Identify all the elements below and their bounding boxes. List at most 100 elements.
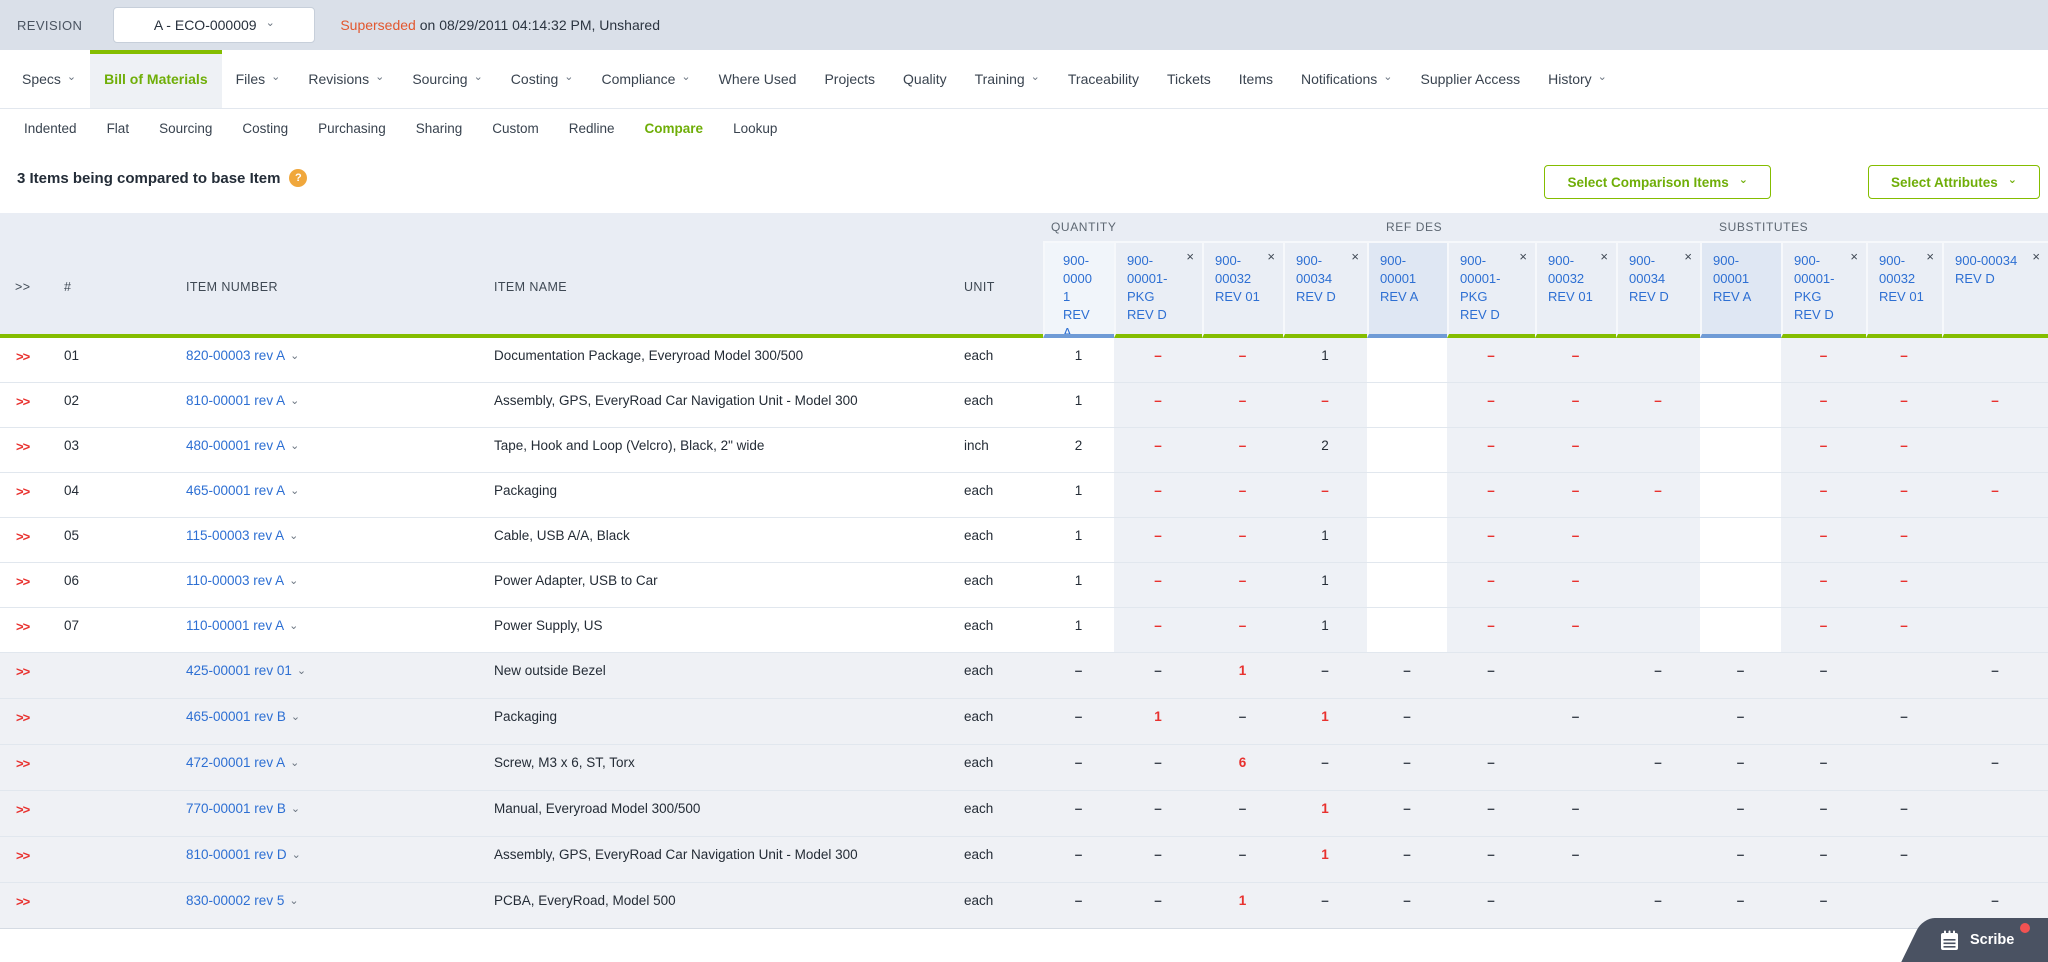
- refdes-cell: –: [1487, 755, 1495, 770]
- tab-traceability[interactable]: Traceability: [1054, 50, 1153, 108]
- item-number-link[interactable]: 115-00003 rev A: [186, 528, 284, 543]
- table-row: >> 465-00001 rev B ⌄ Packaging each – 1 – 1 – – – –: [0, 699, 2048, 745]
- expand-row-chevrons[interactable]: >>: [0, 883, 44, 928]
- quantity-cell: –: [1154, 893, 1162, 908]
- expand-row-chevrons[interactable]: >>: [0, 653, 44, 698]
- tab-revisions[interactable]: Revisions ⌄: [294, 50, 398, 108]
- subtab-redline[interactable]: Redline: [554, 121, 630, 136]
- quantity-cell: –: [1321, 663, 1329, 678]
- tab-supplier-access[interactable]: Supplier Access: [1407, 50, 1535, 108]
- status-badge: Superseded: [340, 17, 416, 33]
- expand-row-chevrons[interactable]: >>: [0, 563, 44, 607]
- substitutes-cell: [1700, 608, 1781, 652]
- tab-sourcing[interactable]: Sourcing ⌄: [398, 50, 496, 108]
- item-number-link[interactable]: 820-00003 rev A: [186, 348, 285, 363]
- item-number-link[interactable]: 770-00001 rev B: [186, 801, 286, 816]
- help-icon[interactable]: ?: [289, 169, 308, 187]
- tab-compliance[interactable]: Compliance ⌄: [587, 50, 704, 108]
- item-number-link[interactable]: 425-00001 rev 01: [186, 663, 292, 678]
- subtab-flat[interactable]: Flat: [92, 121, 145, 136]
- subtab-indented[interactable]: Indented: [9, 121, 92, 136]
- tab-costing[interactable]: Costing ⌄: [497, 50, 588, 108]
- tab-history[interactable]: History ⌄: [1534, 50, 1621, 108]
- refdes-cell: –: [1403, 801, 1411, 816]
- table-row: >> 02 810-00001 rev A ⌄ Assembly, GPS, Every…: [0, 383, 2048, 428]
- compare-item-link[interactable]: 900-00001 REV A: [1380, 252, 1429, 306]
- compare-item-link[interactable]: 900-00001 REV A: [1063, 252, 1096, 334]
- item-number-cell: 770-00001 rev B ⌄: [180, 791, 490, 836]
- select-comparison-items-button[interactable]: Select Comparison Items ⌄: [1544, 165, 1771, 199]
- item-number-link[interactable]: 110-00003 rev A: [186, 573, 284, 588]
- expand-row-chevrons[interactable]: >>: [0, 518, 44, 562]
- subtab-compare[interactable]: Compare: [630, 121, 719, 136]
- tab-files[interactable]: Files ⌄: [222, 50, 295, 108]
- compare-item-link[interactable]: 900-00034 REV D: [1629, 252, 1682, 306]
- expand-row-chevrons[interactable]: >>: [0, 338, 44, 382]
- expand-row-chevrons[interactable]: >>: [0, 608, 44, 652]
- tab-items[interactable]: Items: [1225, 50, 1287, 108]
- tab-bill-of-materials[interactable]: Bill of Materials: [90, 50, 223, 108]
- compare-item-link[interactable]: 900-00032 REV 01: [1879, 252, 1924, 306]
- remove-column-icon[interactable]: ×: [2032, 250, 2040, 263]
- tab-specs[interactable]: Specs ⌄: [8, 50, 90, 108]
- item-number-link[interactable]: 472-00001 rev A: [186, 755, 285, 770]
- remove-column-icon[interactable]: ×: [1926, 250, 1934, 263]
- refdes-cell: [1367, 608, 1447, 652]
- subtab-lookup[interactable]: Lookup: [718, 121, 792, 136]
- remove-column-icon[interactable]: ×: [1267, 250, 1275, 263]
- item-number-link[interactable]: 110-00001 rev A: [186, 618, 284, 633]
- compare-item-link[interactable]: 900-00032 REV 01: [1548, 252, 1598, 306]
- refdes-cell: –: [1535, 383, 1616, 427]
- expand-row-chevrons[interactable]: >>: [0, 383, 44, 427]
- substitutes-cell: –: [1781, 338, 1866, 382]
- remove-column-icon[interactable]: ×: [1186, 250, 1194, 263]
- row-number: 06: [64, 573, 80, 588]
- expand-row-chevrons[interactable]: >>: [0, 428, 44, 472]
- group-header-quantity: QUANTITY: [1051, 220, 1117, 234]
- expand-row-chevrons[interactable]: >>: [0, 745, 44, 790]
- remove-column-icon[interactable]: ×: [1519, 250, 1527, 263]
- subtab-sourcing[interactable]: Sourcing: [144, 121, 227, 136]
- subtab-sharing[interactable]: Sharing: [401, 121, 478, 136]
- scribe-widget[interactable]: Scribe: [1901, 918, 2048, 962]
- column-header-refdes-900-00001-pkg-rev-d: 900-00001-PKG REV D ×: [1447, 241, 1535, 338]
- expand-row-chevrons[interactable]: >>: [0, 791, 44, 836]
- chevron-down-icon: ⌄: [289, 530, 299, 542]
- compare-item-link[interactable]: 900-00001-PKG REV D: [1127, 252, 1184, 324]
- tab-notifications[interactable]: Notifications ⌄: [1287, 50, 1406, 108]
- expand-row-chevrons[interactable]: >>: [0, 837, 44, 882]
- tab-quality[interactable]: Quality: [889, 50, 961, 108]
- compare-item-link[interactable]: 900-00001-PKG REV D: [1794, 252, 1848, 324]
- item-number-link[interactable]: 480-00001 rev A: [186, 438, 285, 453]
- substitutes-cell: [1866, 653, 1942, 698]
- expand-row-chevrons[interactable]: >>: [0, 699, 44, 744]
- expand-row-chevrons[interactable]: >>: [0, 473, 44, 517]
- refdes-cell: –: [1654, 663, 1662, 678]
- remove-column-icon[interactable]: ×: [1850, 250, 1858, 263]
- remove-column-icon[interactable]: ×: [1684, 250, 1692, 263]
- compare-item-link[interactable]: 900-00001 REV A: [1713, 252, 1763, 306]
- compare-item-link[interactable]: 900-00001-PKG REV D: [1460, 252, 1517, 324]
- tab-where-used[interactable]: Where Used: [705, 50, 811, 108]
- tab-tickets[interactable]: Tickets: [1153, 50, 1225, 108]
- compare-item-link[interactable]: 900-00034 REV D: [1955, 252, 2030, 288]
- item-number-link[interactable]: 810-00001 rev A: [186, 393, 285, 408]
- item-number-link[interactable]: 830-00002 rev 5: [186, 893, 284, 908]
- compare-item-link[interactable]: 900-00034 REV D: [1296, 252, 1349, 306]
- chevron-down-icon: ⌄: [290, 440, 300, 452]
- refdes-cell: –: [1535, 428, 1616, 472]
- remove-column-icon[interactable]: ×: [1351, 250, 1359, 263]
- item-number-link[interactable]: 465-00001 rev A: [186, 483, 285, 498]
- revision-dropdown[interactable]: A - ECO-000009 ⌄: [113, 7, 316, 43]
- compare-item-link[interactable]: 900-00032 REV 01: [1215, 252, 1265, 306]
- tab-projects[interactable]: Projects: [810, 50, 889, 108]
- remove-column-icon[interactable]: ×: [1600, 250, 1608, 263]
- tab-training[interactable]: Training ⌄: [961, 50, 1054, 108]
- subtab-purchasing[interactable]: Purchasing: [303, 121, 401, 136]
- table-row: >> 03 480-00001 rev A ⌄ Tape, Hook and Loop …: [0, 428, 2048, 473]
- subtab-costing[interactable]: Costing: [227, 121, 303, 136]
- select-attributes-button[interactable]: Select Attributes ⌄: [1868, 165, 2040, 199]
- item-number-link[interactable]: 465-00001 rev B: [186, 709, 286, 724]
- subtab-custom[interactable]: Custom: [477, 121, 554, 136]
- item-number-link[interactable]: 810-00001 rev D: [186, 847, 287, 862]
